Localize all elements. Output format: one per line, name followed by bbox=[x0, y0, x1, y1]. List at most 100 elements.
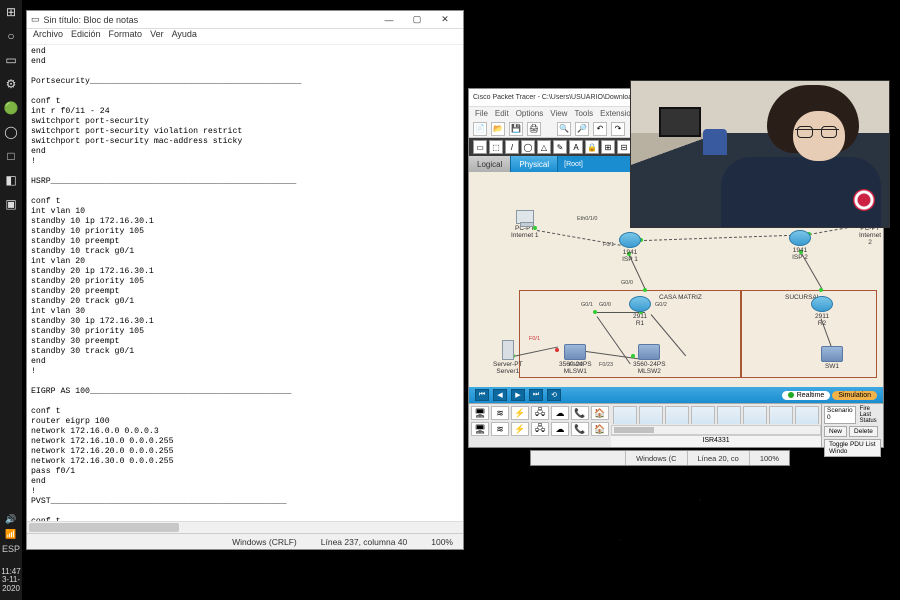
print-icon[interactable]: 🖨 bbox=[527, 122, 541, 136]
device-item[interactable] bbox=[795, 406, 819, 424]
node-r2[interactable]: 2911R2 bbox=[811, 296, 833, 327]
device-hscroll[interactable] bbox=[611, 425, 821, 435]
save-file-icon[interactable]: 💾 bbox=[509, 122, 523, 136]
node-isp2[interactable]: 1941ISP 2 bbox=[789, 230, 811, 261]
pt-menu-options[interactable]: Options bbox=[516, 109, 544, 118]
scenario-select[interactable]: Scenario 0 bbox=[824, 406, 856, 424]
cat-routers-icon[interactable]: 🖥 bbox=[471, 406, 489, 420]
device-item[interactable] bbox=[665, 406, 689, 424]
pt-menu-edit[interactable]: Edit bbox=[495, 109, 509, 118]
tab-logical[interactable]: Logical bbox=[469, 156, 511, 172]
pt-menu-view[interactable]: View bbox=[550, 109, 567, 118]
node-pc-internet1[interactable]: PC-PTInternet 1 bbox=[511, 210, 538, 239]
tab-physical[interactable]: Physical bbox=[511, 156, 558, 172]
rewind-button[interactable]: ⏮ bbox=[475, 389, 489, 401]
device-item[interactable] bbox=[769, 406, 793, 424]
polygon-tool-icon[interactable]: △ bbox=[537, 140, 551, 154]
secondary-statusbar-window[interactable]: Windows (C Línea 20, co 100% bbox=[530, 450, 790, 466]
notepad-hscrollbar[interactable] bbox=[27, 521, 463, 533]
device-item[interactable] bbox=[743, 406, 767, 424]
volume-icon[interactable]: 🔊 bbox=[5, 514, 16, 525]
lock-tool-icon[interactable]: 🔒 bbox=[585, 140, 599, 154]
cortana-icon[interactable]: ○ bbox=[3, 28, 19, 44]
cat2-icon[interactable]: 📞 bbox=[571, 422, 589, 436]
stepback-button[interactable]: ◀ bbox=[493, 389, 507, 401]
node-sw1[interactable]: SW1 bbox=[821, 346, 843, 370]
node-r1[interactable]: 2911R1 bbox=[629, 296, 651, 327]
device-item[interactable] bbox=[639, 406, 663, 424]
menu-edit[interactable]: Edición bbox=[71, 29, 101, 44]
pt-menu-file[interactable]: File bbox=[475, 109, 488, 118]
app-icon[interactable]: 🟢 bbox=[3, 100, 19, 116]
zoomfit-icon[interactable]: ⊞ bbox=[601, 140, 615, 154]
cat2-icon[interactable]: ⚡ bbox=[511, 422, 529, 436]
undo-icon[interactable]: ↶ bbox=[593, 122, 607, 136]
maximize-button[interactable]: ▢ bbox=[403, 12, 431, 28]
cat-end-icon[interactable]: 📞 bbox=[571, 406, 589, 420]
pencil-tool-icon[interactable]: ✎ bbox=[553, 140, 567, 154]
cat2-icon[interactable]: 🏠 bbox=[591, 422, 609, 436]
cat2-icon[interactable]: 🖧 bbox=[531, 422, 549, 436]
ellipse-tool-icon[interactable]: ◯ bbox=[521, 140, 535, 154]
pt-menu-tools[interactable]: Tools bbox=[574, 109, 593, 118]
select-tool-icon[interactable]: ▭ bbox=[473, 140, 487, 154]
app-icon[interactable]: □ bbox=[3, 148, 19, 164]
minimize-button[interactable]: — bbox=[375, 12, 403, 28]
if-label: F0/23 bbox=[599, 362, 613, 368]
start-button[interactable]: ⊞ bbox=[3, 4, 19, 20]
node-isp1[interactable]: 1941ISP 1 bbox=[619, 232, 641, 263]
cat2-icon[interactable]: 🖥 bbox=[471, 422, 489, 436]
realtime-toggle[interactable]: Realtime bbox=[782, 391, 831, 400]
new-file-icon[interactable]: 📄 bbox=[473, 122, 487, 136]
cat2-icon[interactable]: ≋ bbox=[491, 422, 509, 436]
notepad-textarea[interactable]: end end Portsecurity____________________… bbox=[27, 45, 463, 521]
cat-wan-icon[interactable]: ☁ bbox=[551, 406, 569, 420]
node-mlsw1[interactable]: 3560-24PSMLSW1 bbox=[559, 344, 592, 375]
app-icon[interactable]: ◯ bbox=[3, 124, 19, 140]
notepad-icon: ▭ bbox=[31, 14, 40, 25]
toggle-pdu-button[interactable]: Toggle PDU List Windo bbox=[824, 439, 881, 457]
cat2-icon[interactable]: ☁ bbox=[551, 422, 569, 436]
zoom-in-icon[interactable]: 🔍 bbox=[557, 122, 571, 136]
redo-icon[interactable]: ↷ bbox=[611, 122, 625, 136]
system-tray[interactable]: 🔊 📶 ESP bbox=[2, 514, 20, 554]
zoomreset-icon[interactable]: ⊟ bbox=[617, 140, 631, 154]
network-icon[interactable]: 📶 bbox=[5, 529, 16, 540]
device-item[interactable] bbox=[691, 406, 715, 424]
stepfwd-button[interactable]: ⏭ bbox=[529, 389, 543, 401]
bg-monitor bbox=[659, 107, 701, 137]
new-scenario-button[interactable]: New bbox=[824, 426, 847, 437]
notepad-window: ▭ Sin título: Bloc de notas — ▢ ✕ Archiv… bbox=[26, 10, 464, 550]
ime-indicator[interactable]: ESP bbox=[2, 544, 20, 554]
close-button[interactable]: ✕ bbox=[431, 12, 459, 28]
delete-scenario-button[interactable]: Delete bbox=[849, 426, 878, 437]
cat-home-icon[interactable]: 🏠 bbox=[591, 406, 609, 420]
if-label: Eth0/1/0 bbox=[577, 216, 598, 222]
taskview-icon[interactable]: ▭ bbox=[3, 52, 19, 68]
loop-button[interactable]: ⟲ bbox=[547, 389, 561, 401]
pt-bottom-panel: 🖥 ≋ ⚡ 🖧 ☁ 📞 🏠 🖥 ≋ ⚡ 🖧 ☁ 📞 🏠 bbox=[469, 403, 883, 447]
cat-switches-icon[interactable]: ≋ bbox=[491, 406, 509, 420]
app-icon[interactable]: ▣ bbox=[3, 196, 19, 212]
device-item[interactable] bbox=[717, 406, 741, 424]
menu-file[interactable]: Archivo bbox=[33, 29, 63, 44]
play-button[interactable]: ▶ bbox=[511, 389, 525, 401]
node-server1[interactable]: Server-PTServer1 bbox=[493, 340, 523, 375]
simulation-toggle[interactable]: Simulation bbox=[832, 391, 877, 400]
text-tool-icon[interactable]: A bbox=[569, 140, 583, 154]
line-tool-icon[interactable]: / bbox=[505, 140, 519, 154]
device-item[interactable] bbox=[613, 406, 637, 424]
place-note-icon[interactable]: ⬚ bbox=[489, 140, 503, 154]
node-mlsw2[interactable]: 3560-24PSMLSW2 bbox=[633, 344, 666, 375]
menu-help[interactable]: Ayuda bbox=[172, 29, 197, 44]
zoom-out-icon[interactable]: 🔎 bbox=[575, 122, 589, 136]
cat-wireless-icon[interactable]: 🖧 bbox=[531, 406, 549, 420]
notepad-titlebar[interactable]: ▭ Sin título: Bloc de notas — ▢ ✕ bbox=[27, 11, 463, 29]
cat-hubs-icon[interactable]: ⚡ bbox=[511, 406, 529, 420]
app-icon[interactable]: ⚙ bbox=[3, 76, 19, 92]
open-file-icon[interactable]: 📂 bbox=[491, 122, 505, 136]
taskbar-clock[interactable]: 11:47 3-11-2020 bbox=[0, 568, 22, 594]
app-icon[interactable]: ◧ bbox=[3, 172, 19, 188]
menu-view[interactable]: Ver bbox=[150, 29, 164, 44]
menu-format[interactable]: Formato bbox=[109, 29, 143, 44]
